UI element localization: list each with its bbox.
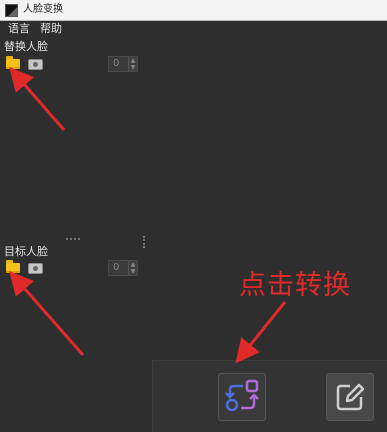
edit-icon [336, 383, 365, 411]
target-face-toolbar [5, 260, 43, 275]
menu-language[interactable]: 语言 [8, 21, 30, 37]
replace-face-index-value: 0 [113, 58, 120, 69]
chevron-up-icon[interactable]: ▲ [129, 261, 137, 268]
splitter-handle[interactable] [66, 238, 80, 242]
folder-icon [6, 260, 20, 273]
app-window: 人脸变换 语言 帮助 替换人脸 0 ▲ ▼ 目标人脸 0 ▲ ▼ 点击转换 [0, 0, 387, 432]
menu-help[interactable]: 帮助 [40, 21, 62, 37]
title-bar: 人脸变换 [0, 0, 387, 21]
replace-face-open-button[interactable] [5, 56, 21, 71]
replace-face-title: 替换人脸 [4, 40, 48, 53]
edit-button[interactable] [326, 373, 374, 421]
replace-face-index-spinbox[interactable]: 0 ▲ ▼ [108, 56, 138, 72]
arrow-to-replace-folder [9, 66, 66, 131]
target-face-title: 目标人脸 [4, 245, 48, 258]
window-title: 人脸变换 [23, 4, 63, 15]
camera-icon [27, 262, 43, 274]
replace-face-camera-button[interactable] [27, 57, 43, 71]
swap-convert-icon [225, 379, 259, 412]
annotation-click-convert: 点击转换 [239, 270, 351, 301]
replace-face-toolbar [5, 56, 43, 71]
target-face-index-value: 0 [113, 262, 120, 273]
menu-bar: 语言 帮助 [0, 21, 387, 37]
camera-icon [27, 58, 43, 70]
convert-button[interactable] [218, 373, 266, 421]
arrow-to-convert-button [235, 301, 287, 364]
folder-icon [6, 56, 20, 69]
arrow-to-target-folder [9, 270, 85, 356]
target-face-camera-button[interactable] [27, 261, 43, 275]
app-icon [5, 3, 18, 17]
chevron-down-icon[interactable]: ▼ [129, 268, 137, 275]
target-face-index-spinbox[interactable]: 0 ▲ ▼ [108, 260, 138, 276]
chevron-down-icon[interactable]: ▼ [129, 64, 137, 71]
chevron-up-icon[interactable]: ▲ [129, 57, 137, 64]
spin-arrows[interactable]: ▲ ▼ [128, 57, 137, 71]
splitter-handle-vertical[interactable] [143, 236, 147, 248]
spin-arrows[interactable]: ▲ ▼ [128, 261, 137, 275]
target-face-open-button[interactable] [5, 260, 21, 275]
